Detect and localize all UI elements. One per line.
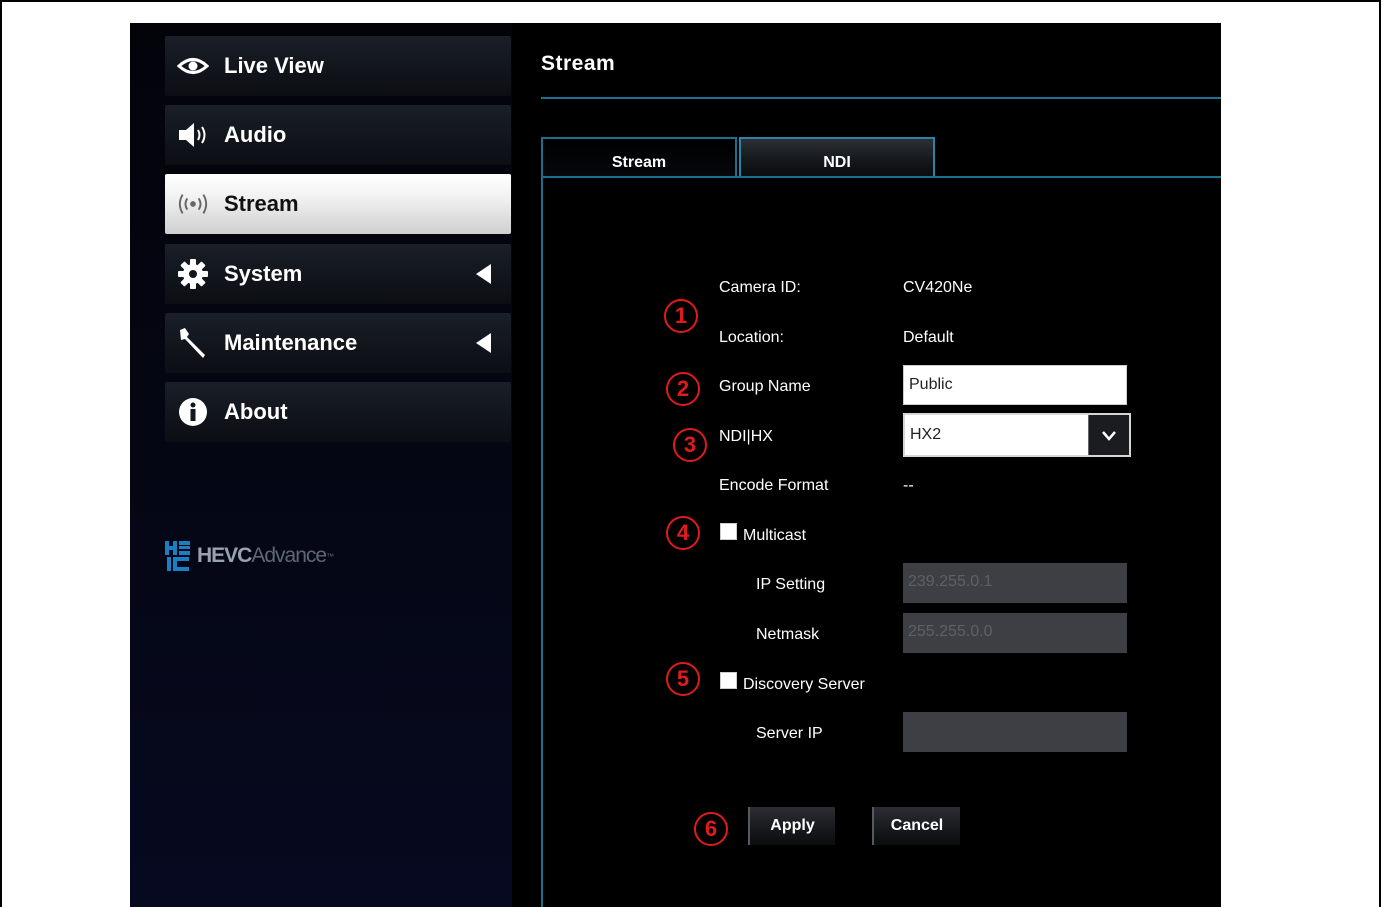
group-name-input[interactable]: Public: [903, 365, 1127, 405]
info-icon: [177, 397, 209, 427]
chevron-down-icon[interactable]: [1088, 415, 1129, 455]
sidebar-item-label: Stream: [224, 191, 299, 216]
logo-text-hevc: HEVC: [197, 544, 252, 567]
tab-ndi[interactable]: NDI: [739, 137, 935, 177]
netmask-input[interactable]: 255.255.0.0: [903, 613, 1127, 653]
server-ip-label: Server IP: [756, 725, 823, 742]
camera-id-value: CV420Ne: [903, 279, 973, 296]
sidebar: Live View Audio Stream System Maintenanc…: [130, 23, 512, 907]
server-ip-input[interactable]: [903, 712, 1127, 752]
multicast-checkbox[interactable]: [720, 523, 737, 540]
ndi-hx-select[interactable]: HX2: [903, 413, 1131, 457]
submenu-arrow-icon: [476, 264, 491, 284]
logo-trademark: ™: [326, 551, 335, 561]
sidebar-item-label: Audio: [224, 122, 287, 147]
logo-text-advance: Advance: [251, 544, 327, 567]
ip-setting-label: IP Setting: [756, 576, 826, 593]
ip-setting-input[interactable]: 239.255.0.1: [903, 563, 1127, 603]
eye-icon: [177, 51, 209, 81]
encode-format-value: --: [903, 477, 914, 494]
callout-5: 5: [666, 662, 700, 696]
callout-4: 4: [666, 516, 700, 550]
broadcast-icon: [177, 189, 209, 219]
ndi-hx-label: NDI|HX: [719, 428, 773, 445]
callout-6: 6: [694, 812, 728, 846]
sidebar-item-stream[interactable]: Stream: [165, 174, 511, 234]
title-divider: [541, 97, 1221, 99]
sidebar-item-label: System: [224, 261, 303, 286]
cancel-button[interactable]: Cancel: [872, 807, 960, 845]
discovery-server-label: Discovery Server: [743, 676, 865, 693]
page-title: Stream: [541, 52, 616, 75]
sidebar-item-about[interactable]: About: [165, 382, 511, 442]
app-window: Live View Audio Stream System Maintenanc…: [130, 23, 1221, 907]
group-name-label: Group Name: [719, 378, 811, 395]
sidebar-item-label: About: [224, 399, 288, 424]
netmask-label: Netmask: [756, 626, 820, 643]
wrench-icon: [177, 328, 209, 358]
apply-button[interactable]: Apply: [748, 807, 835, 845]
gear-icon: [177, 259, 209, 289]
discovery-server-checkbox[interactable]: [720, 672, 737, 689]
tab-stream[interactable]: Stream: [541, 137, 737, 177]
sidebar-item-live-view[interactable]: Live View: [165, 36, 511, 96]
sidebar-item-system[interactable]: System: [165, 244, 511, 304]
callout-3: 3: [673, 428, 707, 462]
sidebar-item-maintenance[interactable]: Maintenance: [165, 313, 511, 373]
panel-border: [541, 177, 543, 907]
callout-2: 2: [666, 372, 700, 406]
sidebar-item-label: Maintenance: [224, 330, 358, 355]
submenu-arrow-icon: [476, 333, 491, 353]
hevc-advance-logo: HEVC Advance ™: [165, 541, 334, 571]
tab-divider: [541, 176, 1221, 178]
sidebar-item-audio[interactable]: Audio: [165, 105, 511, 165]
encode-format-label: Encode Format: [719, 477, 829, 494]
camera-id-label: Camera ID:: [719, 279, 801, 296]
main-content: Stream Stream NDI Camera ID: CV420Ne 1 L…: [512, 23, 1221, 907]
info-circle-icon[interactable]: [941, 417, 967, 443]
callout-1: 1: [664, 299, 698, 333]
location-label: Location:: [719, 329, 784, 346]
location-value: Default: [903, 329, 954, 346]
ndi-hx-selected-value: HX2: [910, 426, 942, 443]
multicast-label: Multicast: [743, 527, 807, 544]
hevc-logo-mark: [165, 541, 191, 571]
sidebar-item-label: Live View: [224, 53, 324, 78]
speaker-icon: [177, 120, 209, 150]
